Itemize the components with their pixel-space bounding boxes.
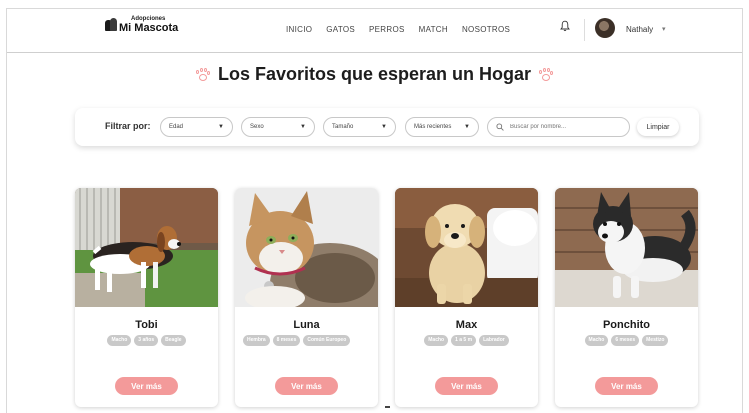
user-name[interactable]: Nathaly [626, 25, 653, 34]
age-select-value: Edad [169, 124, 184, 130]
nav-nosotros[interactable]: NOSOTROS [462, 25, 510, 34]
chevron-down-icon: ▼ [381, 124, 387, 130]
filter-bar: Filtrar por: Edad ▼ Sexo ▼ Tamaño ▼ Más … [75, 108, 699, 146]
page-heading: Los Favoritos que esperan un Hogar [7, 64, 742, 87]
pet-name: Ponchito [602, 319, 651, 331]
paw-icon [195, 67, 210, 82]
tag-sex: Macho [424, 335, 449, 346]
paw-icon [539, 67, 554, 82]
sex-select[interactable]: Sexo ▼ [241, 117, 315, 137]
tag-sex: Hembra [243, 335, 270, 346]
pet-name: Tobi [135, 319, 158, 331]
sort-select[interactable]: Más recientes ▼ [405, 117, 479, 137]
search-input[interactable] [510, 124, 620, 130]
logo[interactable]: Adopciones Mi Mascota [105, 16, 178, 34]
search-field[interactable] [487, 117, 630, 137]
tag-breed: Beagle [161, 335, 186, 346]
top-navbar: Adopciones Mi Mascota INICIO GATOS PERRO… [7, 9, 742, 53]
chevron-down-icon: ▼ [464, 124, 470, 130]
tag-sex: Macho [584, 335, 609, 346]
tag-age: 8 meses [272, 335, 301, 346]
pet-card-ponchito[interactable]: Ponchito Macho 6 meses Mestizo Ver más [555, 188, 698, 407]
age-select[interactable]: Edad ▼ [160, 117, 233, 137]
see-more-button[interactable]: Ver más [595, 377, 658, 395]
size-select[interactable]: Tamaño ▼ [323, 117, 396, 137]
avatar[interactable] [595, 18, 615, 38]
nav-perros[interactable]: PERROS [369, 25, 405, 34]
logo-title: Mi Mascota [119, 22, 179, 34]
divider [584, 19, 585, 41]
pets-logo-icon [105, 18, 117, 32]
pet-tags: Macho 6 meses Mestizo [561, 335, 692, 346]
tag-age: 1 a 5 m [451, 335, 477, 346]
sex-select-value: Sexo [250, 124, 264, 130]
pet-photo [555, 188, 698, 307]
tag-age: 3 años [134, 335, 159, 346]
page-title: Los Favoritos que esperan un Hogar [217, 64, 532, 84]
pet-card-max[interactable]: Max Macho 1 a 5 m Labrador Ver más [395, 188, 538, 407]
pet-card-luna[interactable]: Luna Hembra 8 meses Común Europeo Ver má… [235, 188, 378, 407]
pet-photo [75, 188, 218, 307]
clear-filters-button[interactable]: Limpiar [637, 118, 679, 136]
pet-tags: Macho 3 años Beagle [81, 335, 212, 346]
chevron-down-icon: ▼ [218, 124, 224, 130]
nav-match[interactable]: MATCH [419, 25, 448, 34]
chevron-down-icon: ▼ [300, 124, 306, 130]
search-icon [496, 123, 504, 131]
chevron-down-icon[interactable]: ▾ [662, 25, 666, 33]
scroll-indicator [385, 406, 390, 408]
see-more-button[interactable]: Ver más [435, 377, 498, 395]
main-nav: INICIO GATOS PERROS MATCH NOSOTROS [286, 25, 510, 34]
pet-tags: Hembra 8 meses Común Europeo [241, 335, 372, 346]
filter-label: Filtrar por: [105, 121, 151, 131]
bell-icon[interactable] [560, 20, 570, 32]
see-more-button[interactable]: Ver más [275, 377, 338, 395]
tag-breed: Común Europeo [303, 335, 351, 346]
pet-photo [395, 188, 538, 307]
size-select-value: Tamaño [332, 124, 354, 130]
tag-age: 6 meses [611, 335, 640, 346]
pet-name: Luna [293, 319, 320, 331]
tag-breed: Labrador [479, 335, 509, 346]
tag-breed: Mestizo [642, 335, 669, 346]
app-window: Adopciones Mi Mascota INICIO GATOS PERRO… [6, 8, 743, 413]
nav-inicio[interactable]: INICIO [286, 25, 312, 34]
pet-name: Max [455, 319, 478, 331]
pet-card-tobi[interactable]: Tobi Macho 3 años Beagle Ver más [75, 188, 218, 407]
sort-select-value: Más recientes [414, 124, 452, 130]
pet-photo [235, 188, 378, 307]
tag-sex: Macho [107, 335, 132, 346]
pet-tags: Macho 1 a 5 m Labrador [401, 335, 532, 346]
see-more-button[interactable]: Ver más [115, 377, 178, 395]
nav-gatos[interactable]: GATOS [326, 25, 355, 34]
